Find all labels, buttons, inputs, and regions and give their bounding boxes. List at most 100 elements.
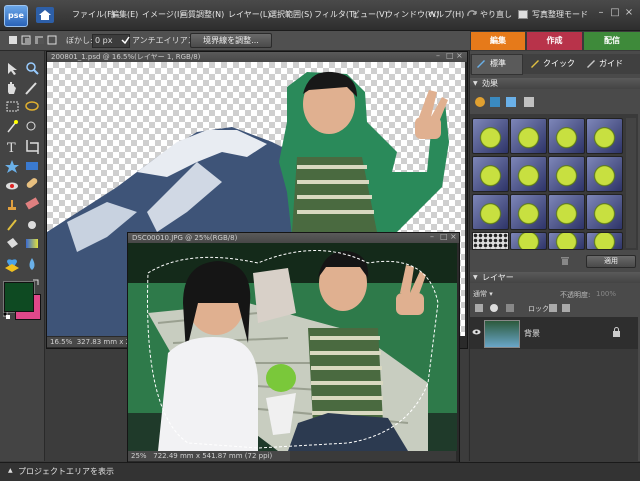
svg-text:T: T [7,141,16,156]
spot-healing-icon [26,178,38,188]
layer-lock-icon [613,327,620,337]
layers-label: レイヤー [482,273,514,282]
menu-image[interactable]: イメージ(I) [142,9,182,20]
delete-effect-icon[interactable] [560,256,570,266]
layer-thumbnail [484,320,520,348]
document-1-status: 16.5% 327.83 mm x 24 [47,337,130,347]
layers-collapse-icon[interactable]: ▼ [473,274,478,281]
blend-mode-value: 通常 [473,290,487,298]
full-edit-icon [477,60,485,68]
paint-bucket-icon [7,238,18,248]
doc2-zoom: 25% [131,452,147,460]
layers-header[interactable]: レイヤー [470,272,640,283]
hand-tool-icon [8,82,16,94]
effect-thumb-1[interactable] [472,118,509,154]
effect-thumb-10[interactable] [510,194,547,230]
foreground-color-swatch-top[interactable] [4,282,34,312]
apply-button[interactable]: 適用 [586,255,636,268]
effect-thumb-7[interactable] [548,156,585,192]
doc2-maximize-icon[interactable]: □ [440,232,448,241]
feather-label: ぼかし: [66,36,93,45]
effect-thumb-12[interactable] [586,194,623,230]
effect-thumb-8[interactable] [586,156,623,192]
effect-thumb-2[interactable] [510,118,547,154]
tab-full[interactable]: 標準 [490,55,506,73]
visibility-eye-icon[interactable] [472,328,481,336]
brush-icon [7,219,17,231]
tab-create[interactable]: 作成 [527,32,582,50]
home-icon[interactable] [36,7,54,23]
clone-stamp-icon [8,200,16,210]
type-tool-icon: T [7,141,16,156]
doc2-minimize-icon[interactable]: – [430,232,434,241]
eyedropper-icon [25,82,37,95]
effect-thumb-9[interactable] [472,194,509,230]
menu-edit[interactable]: 編集(E) [111,9,138,20]
antialias-label: アンチエイリアス [132,36,196,45]
straighten-icon [26,162,38,170]
redo-icon[interactable] [466,9,478,19]
menu-layer[interactable]: レイヤー(L) [228,9,270,20]
sponge-icon[interactable] [4,262,20,274]
effects-label: 効果 [482,79,498,88]
doc1-close-icon[interactable]: × [456,51,463,60]
layer-name[interactable]: 背景 [524,328,540,339]
effect-thumb-14[interactable] [510,232,547,250]
menu-view[interactable]: ビュー(V) [352,9,388,20]
smart-brush-icon [28,221,36,229]
tab-share[interactable]: 配信 [584,32,640,50]
document-1-title: 200801_1.psd @ 16.5%(レイヤー 1, RGB/8) [47,52,467,62]
antialias-checkbox[interactable] [121,36,130,45]
doc1-maximize-icon[interactable]: □ [446,51,454,60]
maximize-icon[interactable]: □ [610,8,620,18]
tab-guided[interactable]: ガイド [599,55,623,73]
show-project-bin-button[interactable]: プロジェクトエリアを表示 [18,466,114,477]
effect-thumb-3[interactable] [548,118,585,154]
effect-thumb-6[interactable] [510,156,547,192]
organizer-button[interactable]: 写真整理モード [532,9,588,20]
menu-filter[interactable]: フィルタ(T) [314,9,357,20]
quick-edit-icon [531,60,539,68]
close-icon[interactable]: × [624,8,634,18]
project-bin-toggle-icon[interactable]: ▲ [8,467,13,474]
effects-collapse-icon[interactable]: ▼ [473,80,478,87]
effects-category-icons[interactable] [474,96,544,108]
effect-thumb-16[interactable] [586,232,623,250]
effect-thumb-11[interactable] [548,194,585,230]
layers-list-empty [470,349,638,461]
menu-help[interactable]: ヘルプ(H) [428,9,464,20]
swap-colors-icon[interactable] [32,278,40,286]
menu-select[interactable]: 選択範囲(S) [269,9,312,20]
blend-mode-select[interactable]: 通常 ▾ [473,289,523,299]
tab-edit[interactable]: 編集 [471,32,525,50]
refine-edge-button[interactable]: 境界線を調整... [190,33,272,48]
lock-icons[interactable] [548,303,578,313]
doc1-size: 327.83 mm x 24 [76,338,130,346]
tool-icons: T [5,62,40,270]
default-colors-icon[interactable] [3,312,10,319]
doc2-horizontal-scrollbar[interactable] [290,451,456,461]
effects-header[interactable]: 効果 [470,78,640,89]
redo-button[interactable]: やり直し [480,9,512,20]
minimize-icon[interactable]: – [596,8,606,18]
document-2-image[interactable] [128,243,457,451]
layer-action-icons[interactable] [474,303,524,313]
opacity-label: 不透明度: [560,291,591,299]
doc2-close-icon[interactable]: × [450,232,457,241]
opacity-value[interactable]: 100% [596,290,616,298]
effect-thumb-5[interactable] [472,156,509,192]
effect-thumb-13[interactable] [472,232,509,250]
cookie-cutter-icon [5,160,19,173]
effect-thumb-15[interactable] [548,232,585,250]
guided-edit-icon [587,60,595,68]
menu-file[interactable]: ファイル(F) [72,9,115,20]
doc1-minimize-icon[interactable]: – [436,51,440,60]
magic-wand-icon [7,120,18,133]
effect-thumb-4[interactable] [586,118,623,154]
lasso-tool-icon [25,101,39,111]
selection-mode-icons[interactable] [8,35,60,45]
lock-label: ロック [528,305,549,313]
menu-enhance[interactable]: 画質調整(N) [180,9,224,20]
tab-quick[interactable]: クイック [543,55,575,73]
effects-scrollbar[interactable] [626,118,636,248]
